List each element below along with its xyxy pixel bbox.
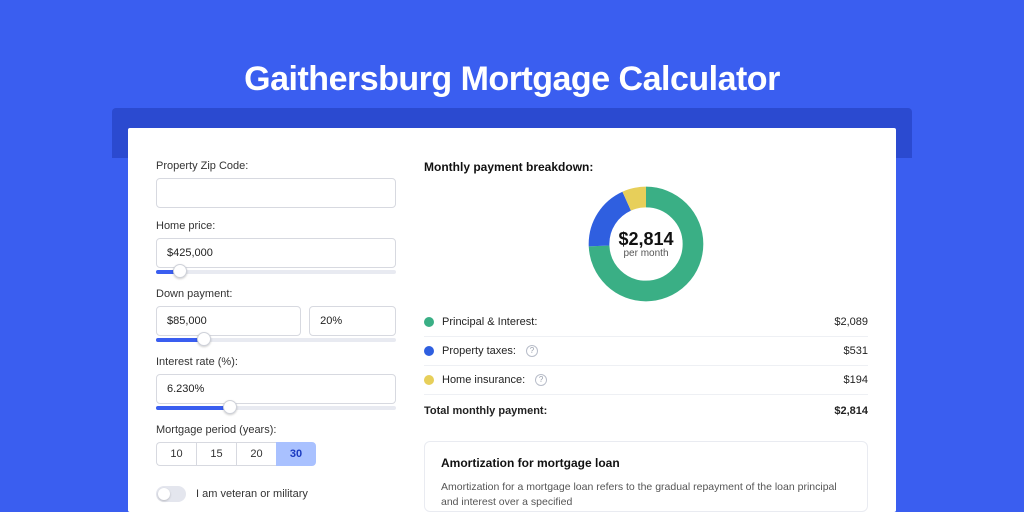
down-payment-pct-input[interactable]	[309, 306, 396, 336]
veteran-label: I am veteran or military	[196, 488, 308, 500]
legend-value: $194	[844, 374, 868, 386]
dot-yellow-icon	[424, 375, 434, 385]
info-icon[interactable]: ?	[535, 374, 547, 386]
legend-label: Property taxes:	[442, 345, 516, 357]
total-label: Total monthly payment:	[424, 405, 547, 417]
home-price-slider[interactable]	[156, 266, 396, 276]
interest-slider[interactable]	[156, 402, 396, 412]
down-payment-input[interactable]	[156, 306, 301, 336]
total-value: $2,814	[834, 405, 868, 417]
amortization-text: Amortization for a mortgage loan refers …	[441, 480, 851, 512]
legend-label: Principal & Interest:	[442, 316, 537, 328]
period-20-button[interactable]: 20	[236, 442, 276, 466]
veteran-toggle[interactable]	[156, 486, 186, 502]
page-title: Gaithersburg Mortgage Calculator	[0, 0, 1024, 99]
dot-green-icon	[424, 317, 434, 327]
legend-value: $2,089	[834, 316, 868, 328]
calculator-card: Property Zip Code: Home price: Down paym…	[128, 128, 896, 512]
home-price-input[interactable]	[156, 238, 396, 268]
donut-center-sub: per month	[623, 248, 668, 259]
donut-chart: $2,814 per month	[584, 182, 708, 306]
period-10-button[interactable]: 10	[156, 442, 196, 466]
amortization-card: Amortization for mortgage loan Amortizat…	[424, 441, 868, 512]
period-15-button[interactable]: 15	[196, 442, 236, 466]
amortization-title: Amortization for mortgage loan	[441, 456, 851, 470]
info-icon[interactable]: ?	[526, 345, 538, 357]
donut-center-amount: $2,814	[618, 229, 673, 250]
donut-chart-area: $2,814 per month	[424, 180, 868, 308]
home-price-label: Home price:	[156, 220, 396, 232]
interest-input[interactable]	[156, 374, 396, 404]
breakdown-panel: Monthly payment breakdown: $2,814 per mo…	[424, 152, 868, 512]
period-30-button[interactable]: 30	[276, 442, 316, 466]
legend-value: $531	[844, 345, 868, 357]
legend-row-insurance: Home insurance: ? $194	[424, 366, 868, 395]
down-payment-slider[interactable]	[156, 334, 396, 344]
legend-row-taxes: Property taxes: ? $531	[424, 337, 868, 366]
legend-row-total: Total monthly payment: $2,814	[424, 395, 868, 425]
period-group: 10 15 20 30	[156, 442, 396, 466]
period-label: Mortgage period (years):	[156, 424, 396, 436]
legend-label: Home insurance:	[442, 374, 525, 386]
inputs-panel: Property Zip Code: Home price: Down paym…	[156, 152, 396, 512]
breakdown-title: Monthly payment breakdown:	[424, 160, 868, 174]
dot-blue-icon	[424, 346, 434, 356]
zip-label: Property Zip Code:	[156, 160, 396, 172]
interest-label: Interest rate (%):	[156, 356, 396, 368]
zip-input[interactable]	[156, 178, 396, 208]
legend-row-principal: Principal & Interest: $2,089	[424, 308, 868, 337]
down-payment-label: Down payment:	[156, 288, 396, 300]
